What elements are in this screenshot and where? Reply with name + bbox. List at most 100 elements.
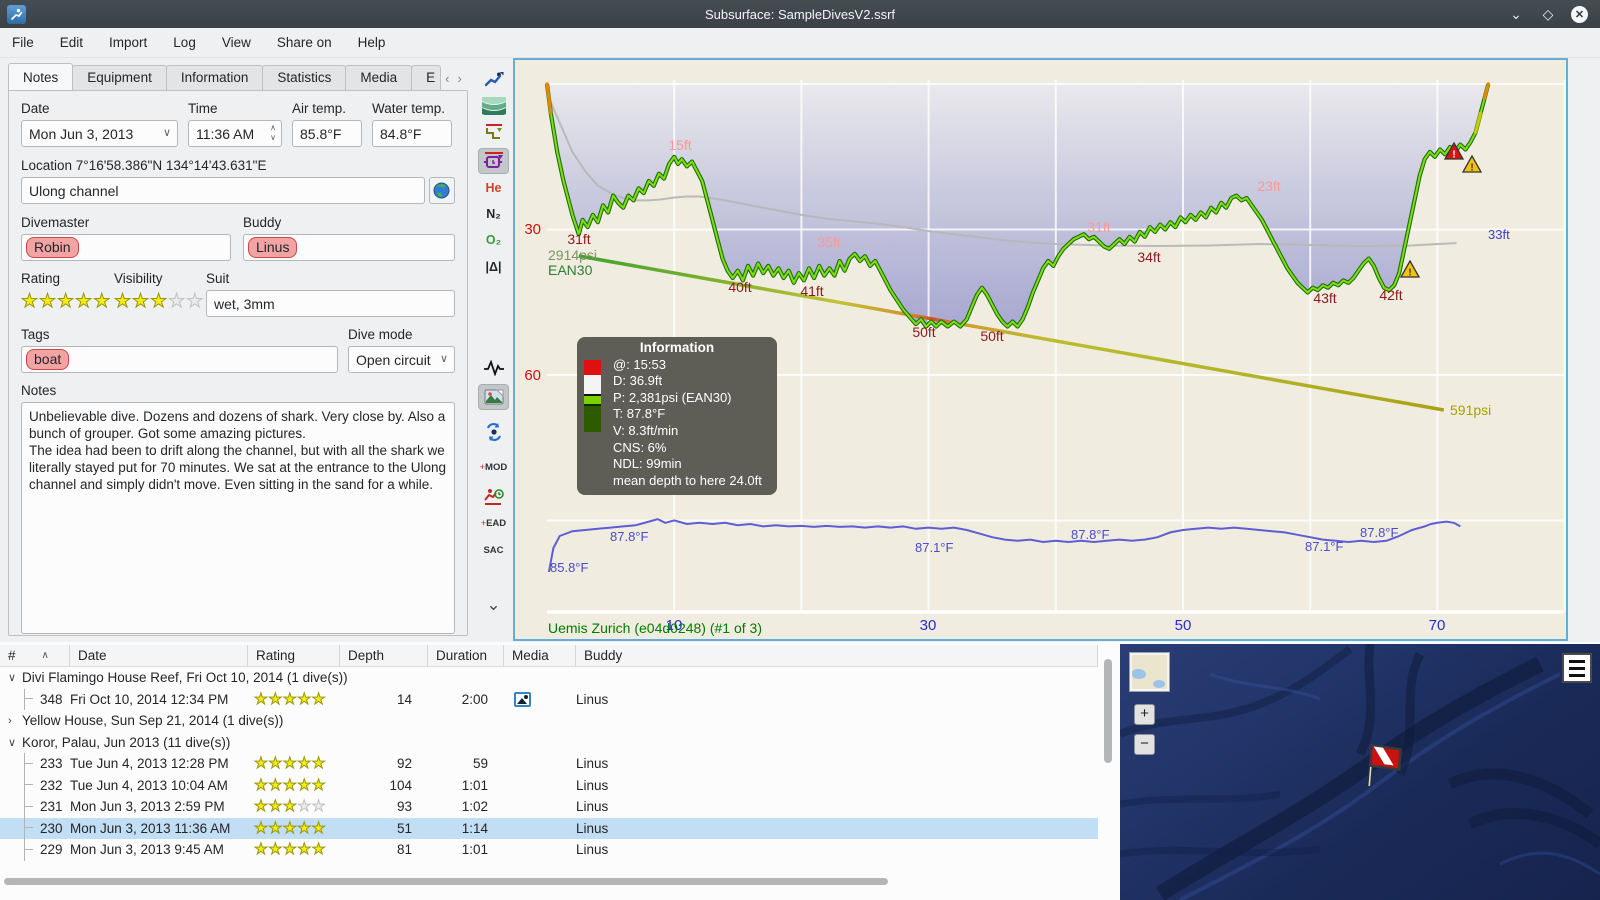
column-header-date[interactable]: Date <box>70 645 248 666</box>
tag-chip[interactable]: boat <box>26 349 70 370</box>
dive-row[interactable]: 231 Mon Jun 3, 2013 2:59 PM ★★★★★ 93 1:02 Lin… <box>0 796 1098 818</box>
tags-input[interactable]: boat <box>21 346 338 373</box>
dive-row[interactable]: 348 Fri Oct 10, 2014 12:34 PM ★★★★★ 14 2:00 L… <box>0 688 1098 710</box>
trip-row[interactable]: › Yellow House, Sun Sep 21, 2014 (1 dive(… <box>0 710 1098 732</box>
location-input[interactable] <box>21 177 425 204</box>
column-header-media[interactable]: Media <box>504 645 576 666</box>
dive-row[interactable]: 232 Tue Jun 4, 2013 10:04 AM ★★★★★ 104 1:01 L… <box>0 774 1098 796</box>
photos-icon[interactable] <box>478 384 509 410</box>
menu-share-on[interactable]: Share on <box>277 35 332 50</box>
buddy-input[interactable]: Linus <box>243 234 455 261</box>
dive-row[interactable]: 233 Tue Jun 4, 2013 12:28 PM ★★★★★ 92 59 Linu… <box>0 753 1098 775</box>
collapse-icon[interactable]: ∨ <box>8 736 22 749</box>
trip-row[interactable]: ∨ Divi Flamingo House Reef, Fri Oct 10, 2… <box>0 667 1098 689</box>
column-header-buddy[interactable]: Buddy <box>576 645 1098 666</box>
heart-rate-icon[interactable] <box>478 355 509 381</box>
collapse-icon[interactable]: ∨ <box>8 671 22 684</box>
map-menu-button[interactable] <box>1562 653 1592 683</box>
menu-import[interactable]: Import <box>109 35 147 50</box>
star-empty-icon[interactable]: ★ <box>168 291 186 313</box>
vertical-scrollbar[interactable] <box>1104 655 1113 865</box>
tab-scroll-right-icon[interactable]: › <box>455 67 465 90</box>
notes-textarea[interactable]: Unbelievable dive. Dozens and dozens of … <box>21 402 455 634</box>
rating-stars[interactable]: ★★★★★ <box>20 290 114 313</box>
divemaster-input[interactable]: Robin <box>21 234 231 261</box>
globe-button[interactable] <box>428 177 455 204</box>
dive-duration: 2:00 <box>461 691 488 707</box>
sac-button[interactable]: SAC <box>478 537 509 563</box>
dive-date: Tue Jun 4, 2013 12:28 PM <box>70 756 229 772</box>
column-header-depth[interactable]: Depth <box>340 645 428 666</box>
sort-ascending-icon: ∧ <box>41 650 49 661</box>
time-input[interactable] <box>188 120 282 147</box>
info-box-line: P: 2,381psi (EAN30) <box>613 389 732 405</box>
horizontal-scrollbar[interactable] <box>0 877 1098 886</box>
star-filled-icon[interactable]: ★ <box>75 291 93 313</box>
dive-row-selected[interactable]: 230 Mon Jun 3, 2013 11:36 AM ★★★★★ 51 1:14 Li… <box>0 817 1098 839</box>
star-filled-icon[interactable]: ★ <box>39 291 57 313</box>
ead-button[interactable]: + EAD <box>478 510 509 536</box>
star-filled-icon[interactable]: ★ <box>132 291 150 313</box>
tab-media[interactable]: Media <box>345 65 413 90</box>
waves-icon[interactable] <box>478 93 509 119</box>
dive-site-flag-marker[interactable] <box>1354 736 1410 788</box>
star-filled-icon[interactable]: ★ <box>57 291 75 313</box>
star-filled-icon[interactable]: ★ <box>20 291 39 313</box>
visibility-stars[interactable]: ★★★★★ <box>113 290 206 313</box>
tab-equipment[interactable]: Equipment <box>72 65 167 90</box>
suit-input[interactable] <box>206 290 455 317</box>
tab-statistics[interactable]: Statistics <box>262 65 347 90</box>
date-input[interactable] <box>21 120 178 147</box>
dive-mode-select[interactable] <box>348 346 455 373</box>
scrollbar-handle[interactable] <box>1104 659 1112 763</box>
map-canvas[interactable]: + − <box>1120 644 1600 900</box>
dive-number: 233 <box>40 756 63 772</box>
water-temp-input[interactable] <box>372 120 452 147</box>
column-header-num[interactable]: # ∧ <box>0 645 70 666</box>
star-filled-icon[interactable]: ★ <box>113 291 132 313</box>
info-box-title: Information <box>639 340 715 355</box>
menu-edit[interactable]: Edit <box>60 35 83 50</box>
spinner-arrows-icon[interactable]: ∧ ∨ <box>270 123 276 143</box>
close-icon[interactable]: ✕ <box>1571 5 1588 23</box>
dive-row[interactable]: 229 Mon Jun 3, 2013 9:45 AM ★★★★★ 81 1:01 Lin… <box>0 839 1098 861</box>
column-header-rating[interactable]: Rating <box>248 645 340 666</box>
buddy-chip[interactable]: Linus <box>248 237 298 258</box>
info-box-line: CNS: 6% <box>613 439 667 455</box>
tissue-graph-icon[interactable]: |Δ| <box>478 254 509 280</box>
tab-scroll-left-icon[interactable]: ‹ <box>442 67 452 90</box>
minimize-icon[interactable]: ⌄ <box>1507 5 1525 23</box>
star-filled-icon[interactable]: ★ <box>93 291 111 313</box>
column-header-duration[interactable]: Duration <box>428 645 504 666</box>
tab-information[interactable]: Information <box>165 65 264 90</box>
star-filled-icon[interactable]: ★ <box>150 291 168 313</box>
tab-extra-info[interactable]: E <box>411 65 442 90</box>
nitrogen-graph-button[interactable]: N₂ <box>478 201 509 227</box>
map-zoom-in-button[interactable]: + <box>1134 704 1155 725</box>
oxygen-graph-button[interactable]: O₂ <box>478 227 509 253</box>
deco-time-icon[interactable] <box>478 484 509 510</box>
dive-number: 230 <box>40 820 63 836</box>
media-thumbnail-icon[interactable] <box>514 691 531 707</box>
scrollbar-handle[interactable] <box>4 878 888 885</box>
helium-graph-button[interactable]: He <box>478 175 509 201</box>
gas-switch-icon[interactable] <box>478 419 509 445</box>
calculated-ceiling-icon[interactable] <box>478 120 509 146</box>
diver-speed-icon[interactable] <box>478 67 509 93</box>
scroll-down-icon[interactable]: ⌄ <box>478 592 509 618</box>
maximize-icon[interactable]: ◇ <box>1539 5 1557 23</box>
menu-log[interactable]: Log <box>173 35 196 50</box>
map-overview-thumbnail[interactable] <box>1129 652 1170 692</box>
menu-file[interactable]: File <box>12 35 34 50</box>
mod-button[interactable]: + MOD <box>478 454 509 480</box>
map-zoom-out-button[interactable]: − <box>1134 734 1155 755</box>
menu-view[interactable]: View <box>222 35 251 50</box>
tab-notes[interactable]: Notes <box>8 63 74 90</box>
star-empty-icon[interactable]: ★ <box>186 291 204 313</box>
trip-row[interactable]: ∨ Koror, Palau, Jun 2013 (11 dive(s)) <box>0 732 1098 754</box>
expand-icon[interactable]: › <box>8 715 22 727</box>
divemaster-chip[interactable]: Robin <box>26 237 79 258</box>
air-temp-input[interactable] <box>292 120 362 147</box>
dive-computer-ceiling-icon[interactable] <box>478 148 509 174</box>
menu-help[interactable]: Help <box>358 35 386 50</box>
